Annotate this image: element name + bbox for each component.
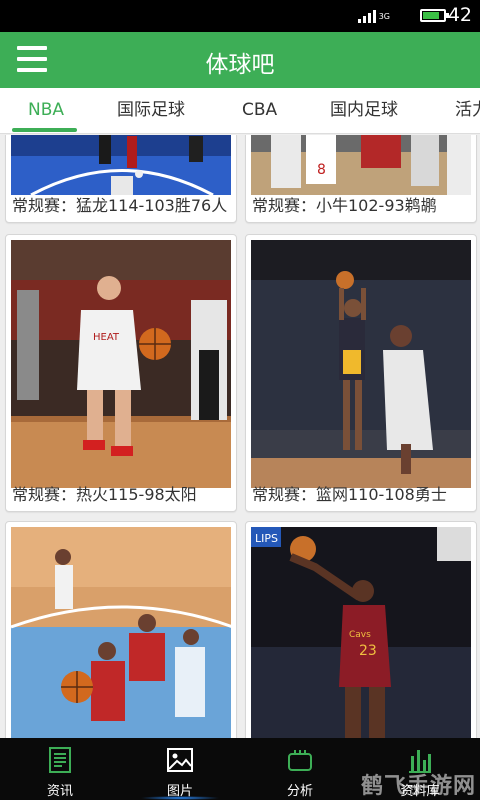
- status-bar: 3G 42: [0, 0, 480, 32]
- battery-level: [423, 12, 439, 19]
- game-photo: HEAT: [11, 240, 231, 488]
- tab-cba[interactable]: CBA: [242, 88, 277, 133]
- game-photo: LIPS Cavs 23: [251, 527, 471, 738]
- tab-active-indicator: [12, 128, 77, 132]
- analysis-icon: [288, 750, 312, 771]
- nav-label: 分析: [286, 784, 313, 799]
- gallery-card[interactable]: 8 常规赛：小牛102-93鹈鹕: [245, 135, 477, 223]
- gallery-card[interactable]: [5, 521, 237, 738]
- svg-text:23: 23: [359, 643, 377, 659]
- photo-caption: 常规赛：篮网110-108勇士: [252, 485, 447, 504]
- svg-text:8: 8: [317, 162, 326, 178]
- game-photo: [11, 527, 231, 738]
- gallery-card[interactable]: 常规赛：猛龙114-103胜76人: [5, 135, 237, 223]
- nav-item-news[interactable]: 资讯: [0, 738, 120, 800]
- photo-gallery: 常规赛：猛龙114-103胜76人 8 常规赛：小牛102-93鹈鹕 HEAT …: [0, 135, 480, 738]
- picture-icon: [167, 748, 193, 772]
- photo-caption: 常规赛：小牛102-93鹈鹕: [252, 196, 437, 215]
- watermark: 鹤飞手游网: [360, 774, 476, 799]
- category-tabs: NBA 国际足球 CBA 国内足球 活力: [0, 88, 480, 134]
- game-photo: 8: [251, 135, 471, 195]
- page-title: 体球吧: [205, 52, 275, 78]
- network-type: 3G: [378, 12, 390, 21]
- photo-caption: 常规赛：猛龙114-103胜76人: [12, 196, 228, 215]
- tab-international-football[interactable]: 国际足球: [117, 88, 185, 133]
- game-photo: [251, 240, 471, 488]
- nav-active-indicator: [140, 796, 220, 800]
- tab-more[interactable]: 活力: [455, 88, 480, 133]
- nav-label: 资讯: [46, 784, 73, 799]
- photo-caption: 常规赛：热火115-98太阳: [12, 485, 197, 504]
- gallery-card[interactable]: 常规赛：篮网110-108勇士: [245, 234, 477, 512]
- svg-text:LIPS: LIPS: [255, 532, 278, 545]
- gallery-card[interactable]: LIPS Cavs 23: [245, 521, 477, 738]
- nav-item-analysis[interactable]: 分析: [240, 738, 360, 800]
- signal-strength-icon: [358, 9, 376, 23]
- app-bar: 体球吧: [0, 32, 480, 88]
- news-document-icon: [49, 747, 71, 773]
- game-photo: [11, 135, 231, 195]
- tab-domestic-football[interactable]: 国内足球: [330, 88, 398, 133]
- nav-item-pictures[interactable]: 图片: [120, 738, 240, 800]
- battery-icon: [420, 9, 449, 22]
- svg-text:HEAT: HEAT: [93, 332, 120, 343]
- svg-text:Cavs: Cavs: [349, 630, 371, 640]
- gallery-card[interactable]: HEAT 常规赛：热火115-98太阳: [5, 234, 237, 512]
- status-time: 42: [447, 4, 472, 26]
